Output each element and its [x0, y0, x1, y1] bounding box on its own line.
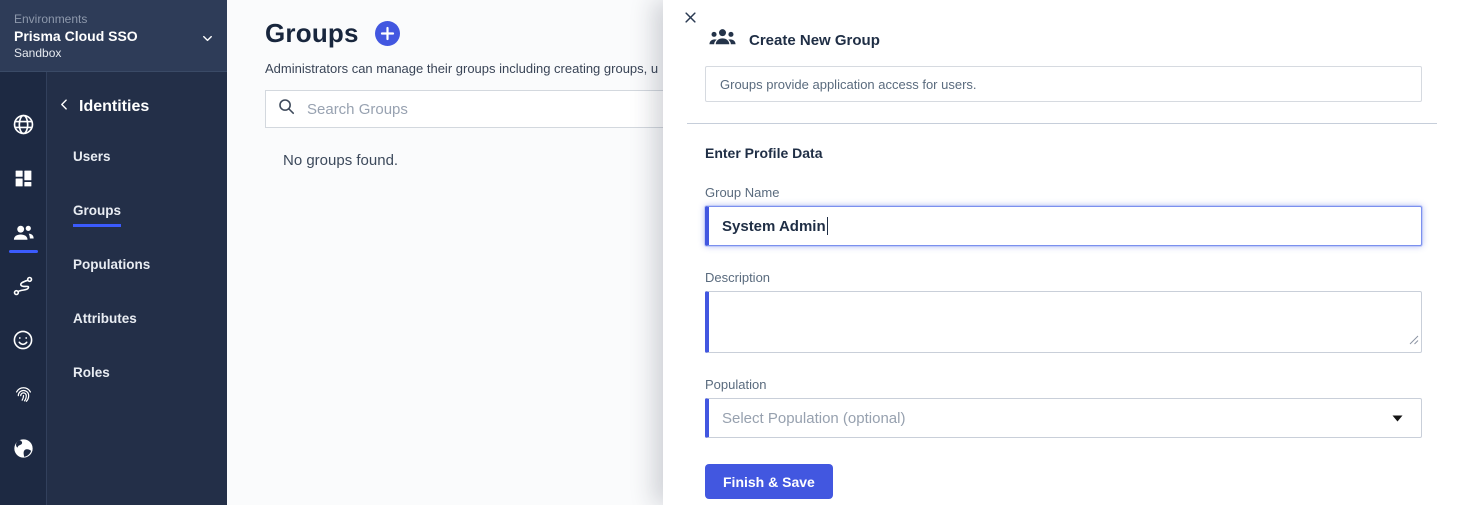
- sidebar-item-attributes[interactable]: Attributes: [47, 296, 227, 350]
- identities-nav-panel: Identities Users Groups Populations Attr…: [47, 72, 227, 505]
- rail-item-integrations[interactable]: [0, 421, 47, 475]
- group-name-input[interactable]: System Admin: [705, 206, 1422, 246]
- rail-item-dashboard[interactable]: [0, 151, 47, 205]
- nav-back-identities[interactable]: Identities: [47, 98, 227, 116]
- population-placeholder: Select Population (optional): [722, 410, 1392, 427]
- section-title: Enter Profile Data: [705, 145, 822, 161]
- panel-title: Create New Group: [749, 32, 880, 49]
- nav-title: Identities: [79, 98, 149, 116]
- connections-icon: [11, 274, 35, 298]
- sidebar-item-label: Roles: [73, 365, 110, 389]
- info-text: Groups provide application access for us…: [720, 77, 977, 92]
- people-icon: [11, 220, 36, 245]
- environment-type: Sandbox: [14, 46, 213, 61]
- sidebar-item-label: Groups: [73, 203, 121, 227]
- fingerprint-icon: [12, 383, 35, 406]
- smiley-icon: [11, 328, 35, 352]
- info-box: Groups provide application access for us…: [705, 66, 1422, 102]
- environments-label: Environments: [14, 12, 213, 27]
- sidebar-item-label: Users: [73, 149, 111, 173]
- rail-item-connections[interactable]: [0, 259, 47, 313]
- text-cursor: [827, 217, 829, 235]
- group-name-value: System Admin: [722, 218, 826, 235]
- sidebar: Environments Prisma Cloud SSO Sandbox: [0, 0, 227, 505]
- page-title: Groups: [265, 18, 359, 49]
- rail-item-experiences[interactable]: [0, 313, 47, 367]
- sidebar-item-label: Attributes: [73, 311, 137, 335]
- dashboard-icon: [13, 168, 34, 189]
- search-groups-input[interactable]: [307, 101, 665, 118]
- add-group-button[interactable]: [375, 21, 400, 46]
- population-label: Population: [705, 377, 766, 392]
- population-select[interactable]: Select Population (optional): [705, 398, 1422, 438]
- environment-switcher[interactable]: Environments Prisma Cloud SSO Sandbox: [0, 0, 227, 72]
- panel-header: Create New Group: [708, 23, 880, 57]
- search-groups-box: [265, 90, 677, 128]
- rail-item-threat-protection[interactable]: [0, 367, 47, 421]
- plus-icon: [375, 34, 400, 49]
- close-panel-button[interactable]: [682, 10, 698, 26]
- group-icon: [708, 23, 737, 57]
- sidebar-item-groups[interactable]: Groups: [47, 188, 227, 242]
- icon-rail: [0, 72, 47, 505]
- chevron-left-icon: [58, 98, 71, 116]
- sidebar-item-users[interactable]: Users: [47, 134, 227, 188]
- globe-icon: [11, 112, 36, 137]
- close-icon: [683, 13, 698, 28]
- create-group-panel: Create New Group Groups provide applicat…: [663, 0, 1461, 505]
- finish-save-button[interactable]: Finish & Save: [705, 464, 833, 499]
- rail-item-overview[interactable]: [0, 97, 47, 151]
- description-textarea[interactable]: [705, 291, 1422, 353]
- resize-handle-icon[interactable]: [1409, 332, 1419, 350]
- chevron-down-icon[interactable]: [200, 31, 215, 46]
- divider: [687, 123, 1437, 124]
- search-icon: [277, 97, 296, 121]
- caret-down-icon: [1392, 409, 1403, 427]
- earth-icon: [11, 436, 36, 461]
- rail-item-identities[interactable]: [0, 205, 47, 259]
- sidebar-item-populations[interactable]: Populations: [47, 242, 227, 296]
- description-label: Description: [705, 270, 770, 285]
- sidebar-item-label: Populations: [73, 257, 150, 281]
- group-name-label: Group Name: [705, 185, 779, 200]
- environment-name: Prisma Cloud SSO: [14, 27, 213, 46]
- sidebar-item-roles[interactable]: Roles: [47, 350, 227, 404]
